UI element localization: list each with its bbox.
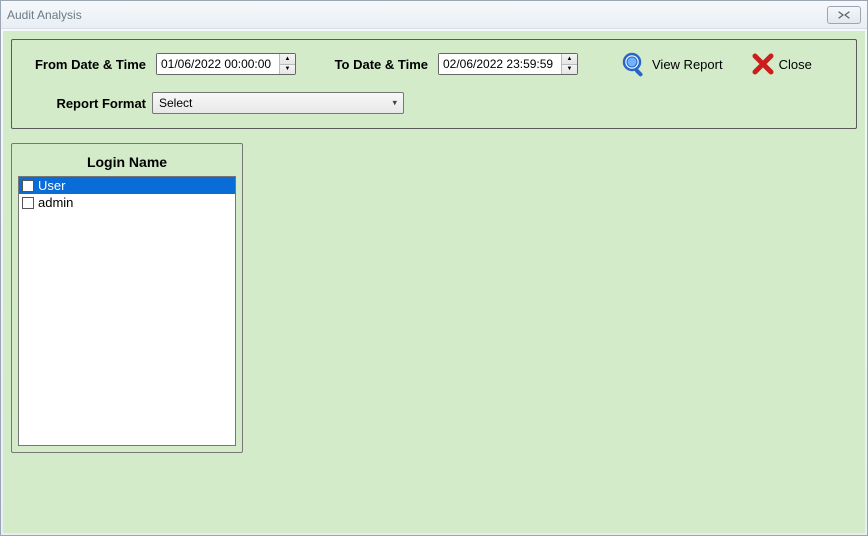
window-title: Audit Analysis — [7, 8, 827, 22]
spinner-down-icon[interactable]: ▼ — [280, 65, 295, 75]
client-area: From Date & Time ▲ ▼ To Date & Time ▲ ▼ — [3, 31, 865, 533]
date-row: From Date & Time ▲ ▼ To Date & Time ▲ ▼ — [22, 50, 846, 78]
view-report-button[interactable]: View Report — [616, 50, 727, 78]
list-item-label: admin — [38, 195, 73, 210]
spinner-up-icon[interactable]: ▲ — [562, 54, 577, 65]
close-button[interactable]: Close — [747, 52, 816, 76]
from-date-input[interactable] — [157, 54, 279, 74]
close-label: Close — [779, 57, 812, 72]
audit-analysis-window: Audit Analysis From Date & Time ▲ ▼ To D… — [0, 0, 868, 536]
window-close-button[interactable] — [827, 6, 861, 24]
checkbox[interactable] — [22, 180, 34, 192]
to-date-field[interactable]: ▲ ▼ — [438, 53, 578, 75]
report-format-label: Report Format — [22, 96, 152, 111]
from-date-spinner[interactable]: ▲ ▼ — [279, 54, 295, 74]
format-row: Report Format Select ▾ — [22, 92, 846, 114]
login-name-header: Login Name — [18, 150, 236, 176]
to-date-spinner[interactable]: ▲ ▼ — [561, 54, 577, 74]
titlebar: Audit Analysis — [1, 1, 867, 29]
spinner-down-icon[interactable]: ▼ — [562, 65, 577, 75]
spinner-up-icon[interactable]: ▲ — [280, 54, 295, 65]
window-close-icon — [836, 11, 852, 19]
view-report-label: View Report — [652, 57, 723, 72]
list-item-label: User — [38, 178, 65, 193]
login-listbox[interactable]: User admin — [18, 176, 236, 446]
from-date-field[interactable]: ▲ ▼ — [156, 53, 296, 75]
checkbox[interactable] — [22, 197, 34, 209]
to-date-label: To Date & Time — [324, 57, 434, 72]
chevron-down-icon: ▾ — [392, 98, 397, 109]
magnifier-icon — [620, 50, 648, 78]
parameters-panel: From Date & Time ▲ ▼ To Date & Time ▲ ▼ — [11, 39, 857, 129]
report-format-value: Select — [159, 96, 192, 110]
from-date-label: From Date & Time — [22, 57, 152, 72]
report-format-combo[interactable]: Select ▾ — [152, 92, 404, 114]
login-list-panel: Login Name User admin — [11, 143, 243, 453]
to-date-input[interactable] — [439, 54, 561, 74]
list-item[interactable]: admin — [19, 194, 235, 211]
list-item[interactable]: User — [19, 177, 235, 194]
close-icon — [751, 52, 775, 76]
